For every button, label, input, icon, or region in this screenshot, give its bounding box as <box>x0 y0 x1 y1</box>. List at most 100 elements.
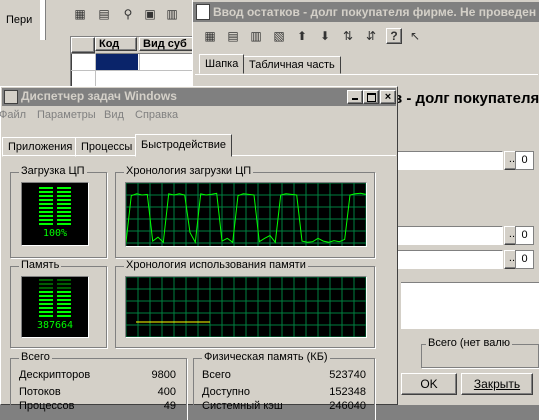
maximize-icon <box>367 93 376 102</box>
totals-handles-value: 9800 <box>151 369 176 381</box>
cpu-meter-segment <box>39 203 53 205</box>
cpu-meter-segment <box>57 223 71 225</box>
entry-window-titlebar[interactable]: Ввод остатков - долг покупателя фирме. Н… <box>193 2 539 22</box>
tab-performance[interactable]: Быстродействие <box>135 134 232 157</box>
close-button[interactable]: Закрыть <box>461 373 533 395</box>
cpu-meter-segment <box>57 199 71 201</box>
toolbar-search-icon[interactable]: ⚲ <box>120 6 136 22</box>
menu-help[interactable]: Справка <box>135 109 178 121</box>
table-row-header: Код Вид суб <box>71 37 201 54</box>
tab-table-part[interactable]: Табличная часть <box>243 56 341 74</box>
toolbar-icon-2[interactable]: ▤ <box>96 6 112 22</box>
cpu-meter-segment <box>57 191 71 193</box>
cpu-meter-segment <box>39 223 53 225</box>
task-manager-titlebar[interactable]: Диспетчер задач Windows × <box>2 88 396 106</box>
table-row[interactable] <box>71 54 201 71</box>
table-header-code[interactable]: Код <box>95 37 137 51</box>
memory-meter-segment <box>39 303 53 305</box>
totals-threads-value: 400 <box>157 386 176 398</box>
background-left-label: Пери <box>6 14 33 26</box>
maximize-button[interactable] <box>363 90 379 104</box>
memory-label: Память <box>19 259 62 271</box>
cpu-meter-segment <box>39 195 53 197</box>
toolbar-icon-1[interactable]: ▦ <box>72 6 88 22</box>
cpu-meter-segment <box>57 219 71 221</box>
cpu-meter-segment <box>39 211 53 213</box>
toolbar-icon-5[interactable]: ▥ <box>164 6 180 22</box>
context-help-icon[interactable]: ↖ <box>407 28 423 44</box>
physical-available-value: 152348 <box>329 386 366 398</box>
cpu-history-graph <box>125 182 367 247</box>
memory-meter-segment <box>57 315 71 317</box>
ok-button[interactable]: OK <box>401 373 457 395</box>
background-left-strip <box>40 0 46 40</box>
toolbar-edit-icon[interactable]: ▤ <box>225 28 241 44</box>
entry-field-1-zero[interactable]: 0 <box>515 151 534 170</box>
task-manager-menubar: Файл Параметры Вид Справка <box>0 107 396 125</box>
close-icon: × <box>384 91 392 103</box>
toolbar-icon-4[interactable]: ▣ <box>142 6 158 22</box>
close-button-label: Закрыть <box>473 377 521 391</box>
totals-processes-value: 49 <box>163 400 176 412</box>
table-cell-selected[interactable] <box>96 54 138 70</box>
move-down-icon[interactable]: ⬇ <box>317 28 333 44</box>
memory-meter-segment <box>57 307 71 309</box>
memory-meter-segment <box>39 307 53 309</box>
memory-meter-segment <box>39 295 53 297</box>
physical-row: Всего 523740 <box>202 369 366 381</box>
cpu-usage-meter: 100% <box>21 182 89 246</box>
totals-row: Потоков 400 <box>19 386 176 398</box>
entry-heading: в - долг покупателя <box>393 90 539 107</box>
toolbar-delete-icon[interactable]: ▧ <box>271 28 287 44</box>
entry-field-1[interactable] <box>393 151 503 170</box>
cpu-meter-segment <box>57 211 71 213</box>
cpu-meter-segment <box>57 207 71 209</box>
cpu-meter-segment <box>39 199 53 201</box>
menu-options[interactable]: Параметры <box>37 109 96 121</box>
memory-history-label: Хронология использования памяти <box>124 259 308 271</box>
memory-meter-segment <box>57 287 71 289</box>
tab-processes[interactable]: Процессы <box>75 137 139 157</box>
memory-meter-segment <box>39 279 53 281</box>
minimize-button[interactable] <box>347 90 363 104</box>
close-window-button[interactable]: × <box>380 90 396 104</box>
cpu-usage-value: 100% <box>42 228 68 239</box>
help-icon[interactable]: ? <box>386 28 402 44</box>
tab-applications[interactable]: Приложения <box>2 137 79 157</box>
memory-meter-segment <box>39 299 53 301</box>
entry-field-2[interactable] <box>393 226 503 245</box>
cpu-history-label: Хронология загрузки ЦП <box>124 165 254 177</box>
tab-header[interactable]: Шапка <box>199 54 245 74</box>
toolbar-table-icon[interactable]: ▦ <box>202 28 218 44</box>
physical-memory-title: Физическая память (КБ) <box>202 351 330 363</box>
tab-panel-border <box>195 74 538 75</box>
memory-meter-segment <box>39 315 53 317</box>
entry-grid-area[interactable] <box>401 282 539 329</box>
sort-desc-icon[interactable]: ⇵ <box>363 28 379 44</box>
cpu-meter-segment <box>39 187 53 189</box>
memory-meter-segment <box>57 291 71 293</box>
physical-total-label: Всего <box>202 369 231 381</box>
physical-available-label: Доступно <box>202 386 251 398</box>
entry-field-3[interactable] <box>393 250 503 269</box>
sort-asc-icon[interactable]: ⇅ <box>340 28 356 44</box>
memory-meter-segment <box>39 311 53 313</box>
memory-meter-segment <box>39 291 53 293</box>
minimize-icon <box>352 98 358 100</box>
menu-view[interactable]: Вид <box>104 109 124 121</box>
table-header-blank <box>71 37 95 53</box>
toolbar-copy-icon[interactable]: ▥ <box>248 28 264 44</box>
move-up-icon[interactable]: ⬆ <box>294 28 310 44</box>
document-icon <box>196 4 210 20</box>
cpu-meter-segment <box>57 215 71 217</box>
memory-value: 387664 <box>36 320 74 331</box>
entry-field-2-zero[interactable]: 0 <box>515 226 534 245</box>
cpu-meter-segment <box>39 215 53 217</box>
cpu-meter-segment <box>39 207 53 209</box>
memory-meter-segment <box>57 311 71 313</box>
cpu-meter-segment <box>39 191 53 193</box>
entry-window-title: Ввод остатков - долг покупателя фирме. Н… <box>213 5 537 19</box>
memory-history-graph <box>125 276 367 338</box>
entry-field-3-zero[interactable]: 0 <box>515 250 534 269</box>
menu-file[interactable]: Файл <box>0 109 26 121</box>
